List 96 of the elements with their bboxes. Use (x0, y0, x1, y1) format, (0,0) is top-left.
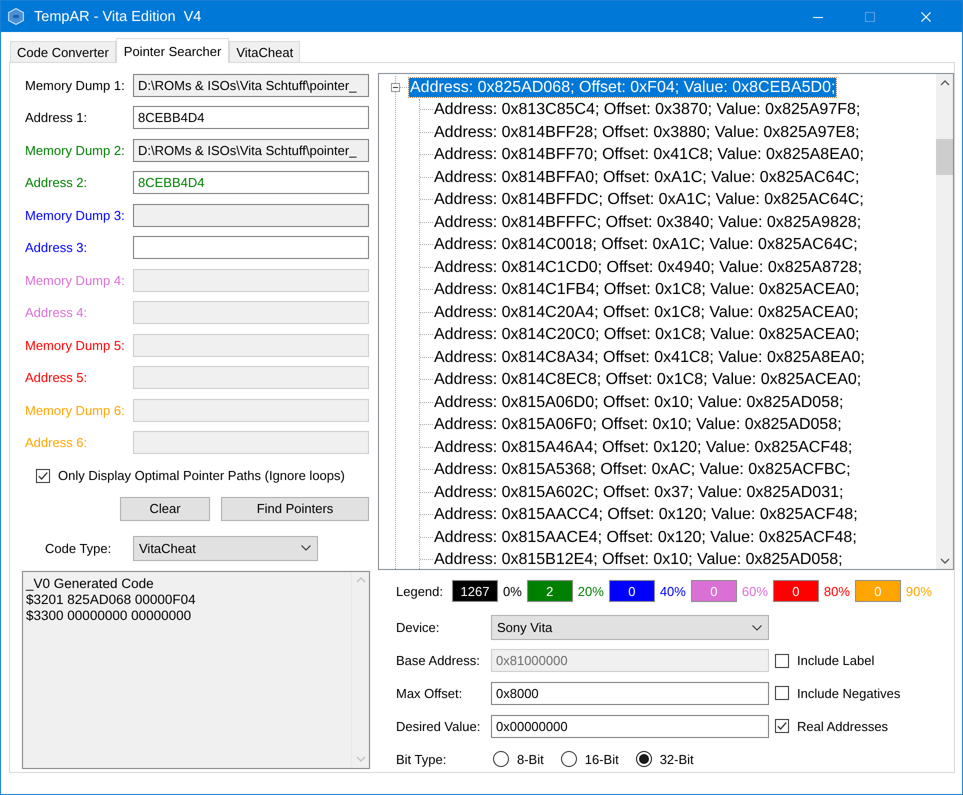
tree-item[interactable]: Address: 0x815A5368; Offset: 0xAC; Value: 0x825ACFBC; (433, 460, 852, 480)
code-line: $3300 00000000 00000000 (26, 608, 192, 624)
radio-label[interactable]: 8-Bit (517, 752, 544, 766)
tree-item[interactable]: Address: 0x814C1CD0; Offset: 0x4940; Value: 0x825A8728; (433, 258, 864, 277)
address-field[interactable] (133, 236, 369, 259)
tree-item[interactable]: Address: 0x814BFFDC; Offset: 0xA1C; Value: 0x825AC64C; (433, 190, 865, 210)
legend-count: 2 (526, 580, 573, 602)
field-label: Memory Dump 6: (25, 402, 125, 418)
field-label: Address 6: (25, 435, 88, 450)
tree-item[interactable]: Address: 0x815A46A4; Offset: 0x120; Value: 0x825ACF48; (433, 438, 854, 457)
legend-percent: 40% (660, 584, 686, 598)
tree-item[interactable]: Address: 0x815AACE4; Offset: 0x120; Value: 0x825ACF48; (433, 528, 858, 547)
field-label: Address 2: (25, 175, 88, 190)
legend-count: 0 (608, 580, 655, 602)
field-label: Address 3: (25, 240, 88, 255)
address-field[interactable]: 8CEBB4D4 (133, 171, 369, 194)
checkbox[interactable] (775, 719, 789, 733)
app-icon (8, 8, 24, 25)
tree-item[interactable]: Address: 0x815A06F0; Offset: 0x10; Value: 0x825AD058; (433, 415, 843, 434)
legend-percent: 90% (906, 584, 932, 598)
field-label: Address 5: (25, 370, 88, 385)
field-label: Base Address: (396, 653, 480, 668)
tree-item[interactable]: Address: 0x814C8A34; Offset: 0x41C8; Value: 0x825A8EA0; (433, 348, 866, 367)
tree-item[interactable]: Address: 0x814C20C0; Offset: 0x1C8; Value: 0x825ACEA0; (433, 325, 860, 344)
checkbox[interactable] (775, 686, 789, 700)
radio-button[interactable] (636, 751, 652, 767)
field-label: Memory Dump 1: (25, 78, 125, 92)
tree-item[interactable]: Address: 0x825AD068; Offset: 0xF04; Value: 0x8CEBA5D0; (409, 78, 836, 97)
clear-button[interactable]: Clear (120, 496, 210, 520)
code-type-dropdown[interactable]: VitaCheat (133, 536, 318, 560)
tree-item[interactable]: Address: 0x814C1FB4; Offset: 0x1C8; Value: 0x825ACEA0; (433, 280, 860, 300)
field-label: Memory Dump 4: (25, 272, 125, 288)
tree-item[interactable]: Address: 0x814BFF70; Offset: 0x41C8; Value: 0x825A8EA0; (433, 145, 865, 164)
checkbox-label[interactable]: Only Display Optimal Pointer Paths (Ignore loops) (58, 468, 345, 483)
close-icon[interactable] (921, 12, 931, 22)
checkbox[interactable] (775, 654, 789, 668)
memory-dump-field[interactable] (133, 204, 369, 226)
legend-percent: 20% (578, 584, 604, 598)
field-label: Memory Dump 3: (25, 208, 125, 222)
chevron-down-icon[interactable] (940, 556, 950, 564)
radio-label[interactable]: 16-Bit (584, 752, 619, 766)
radio-button[interactable] (493, 751, 509, 767)
tab[interactable]: VitaCheat (229, 41, 300, 62)
field-label: Memory Dump 2: (25, 142, 125, 158)
scrollbar-thumb[interactable] (936, 139, 953, 175)
legend-percent: 0% (503, 584, 522, 598)
tree-item[interactable]: Address: 0x815AACC4; Offset: 0x120; Value: 0x825ACF48; (433, 505, 859, 524)
field-label: Memory Dump 5: (25, 338, 125, 352)
code-line: $3201 825AD068 00000F04 (26, 592, 196, 608)
radio-label[interactable]: 32-Bit (660, 752, 694, 766)
field-label: Bit Type: (396, 752, 446, 766)
tab[interactable]: Pointer Searcher (116, 38, 230, 63)
legend-count: 0 (690, 580, 737, 602)
legend-percent: 60% (742, 584, 768, 598)
checkbox[interactable] (36, 468, 50, 482)
legend-percent: 80% (824, 584, 850, 598)
tree-item[interactable]: Address: 0x814BFFFC; Offset: 0x3840; Value: 0x825A9828; (433, 212, 862, 232)
code-line: _V0 Generated Code (26, 576, 154, 592)
field-label: Address 4: (25, 305, 88, 320)
tree-item[interactable]: Address: 0x815A06D0; Offset: 0x10; Value: 0x825AD058; (433, 392, 844, 412)
tree-item[interactable]: Address: 0x814BFFA0; Offset: 0xA1C; Value: 0x825AC64C; (433, 168, 860, 187)
window-title: TempAR - Vita Edition V4 (34, 8, 202, 24)
desired-value-field[interactable]: 0x00000000 (491, 714, 769, 738)
field-label: Max Offset: (396, 686, 462, 700)
tree-item[interactable]: Address: 0x815B12E4; Offset: 0x10; Value: 0x825AD058; (433, 550, 844, 569)
scrollbar[interactable] (936, 74, 953, 569)
field-label: Code Type: (45, 540, 112, 556)
caret-icon (752, 624, 762, 630)
radio-button[interactable] (560, 751, 577, 767)
legend-count: 1267 (452, 580, 498, 602)
checkbox-label[interactable]: Real Addresses (797, 718, 888, 734)
legend-count: 0 (854, 580, 901, 602)
chevron-up-icon[interactable] (940, 78, 950, 86)
tree-item[interactable]: Address: 0x813C85C4; Offset: 0x3870; Value: 0x825A97F8; (433, 100, 862, 120)
field-label: Desired Value: (396, 718, 480, 734)
memory-dump-field[interactable]: D:\ROMs & ISOs\Vita Schtuff\pointer_ (133, 74, 369, 96)
tab[interactable]: Code Converter (10, 41, 116, 62)
find-pointers-button[interactable]: Find Pointers (221, 496, 369, 520)
max-offset-field[interactable]: 0x8000 (491, 682, 769, 704)
field-label: Address 1: (25, 110, 88, 125)
legend-count: 0 (772, 580, 819, 602)
checkbox-label[interactable]: Include Negatives (797, 686, 900, 700)
checkbox-label[interactable]: Include Label (797, 653, 874, 668)
caret-icon (301, 545, 311, 551)
collapse-icon[interactable] (391, 82, 400, 92)
tree-item[interactable]: Address: 0x814BFF28; Offset: 0x3880; Value: 0x825A97E8; (433, 122, 860, 142)
address-field[interactable]: 8CEBB4D4 (133, 106, 369, 129)
legend-label: Legend: (396, 584, 443, 598)
tree-item[interactable]: Address: 0x814C0018; Offset: 0xA1C; Value: 0x825AC64C; (433, 235, 859, 254)
field-label: Device: (396, 620, 440, 635)
memory-dump-field[interactable]: D:\ROMs & ISOs\Vita Schtuff\pointer_ (133, 138, 369, 162)
code-output-field[interactable]: _V0 Generated Code $3201 825AD068 00000F04 $3300 00000000 00000000 (22, 570, 370, 768)
tree-item[interactable]: Address: 0x815A602C; Offset: 0x37; Value: 0x825AD031; (433, 482, 844, 502)
tree-item[interactable]: Address: 0x814C8EC8; Offset: 0x1C8; Value: 0x825ACEA0; (433, 370, 862, 390)
tree-item[interactable]: Address: 0x814C20A4; Offset: 0x1C8; Value: 0x825ACEA0; (433, 302, 860, 322)
device-dropdown[interactable]: Sony Vita (491, 615, 769, 640)
